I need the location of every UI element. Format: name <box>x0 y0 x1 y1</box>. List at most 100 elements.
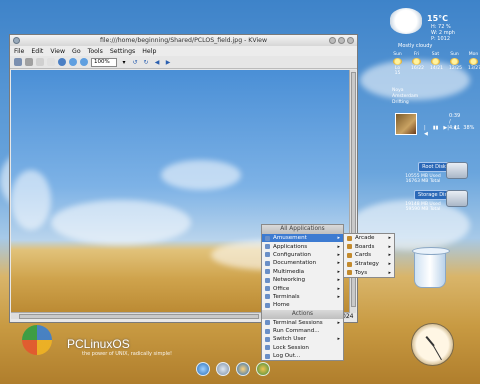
window-title: file:///home/beginning/Shared/PCLOS_fiel… <box>99 37 268 44</box>
menu-item-lock-session[interactable]: Lock Session <box>262 344 343 352</box>
menu-file[interactable]: File <box>14 48 24 55</box>
menu-item-office[interactable]: Office ▸ <box>262 284 343 292</box>
menu-item-applications[interactable]: Applications ▸ <box>262 242 343 250</box>
submenu-item-toys[interactable]: Toys ▸ <box>344 268 394 277</box>
media-player-widget: 0:39 / 4:11 |◀ ▮▮ ▶| ◐ 38% <box>395 113 474 137</box>
weather-location: Drifting <box>392 100 409 105</box>
boards-icon <box>347 244 352 250</box>
sun-icon <box>450 58 459 65</box>
forecast-temp: 14/21 <box>430 66 443 71</box>
submenu-arrow-icon: ▸ <box>388 269 391 276</box>
menu-item-networking[interactable]: Networking ▸ <box>262 276 343 284</box>
previous-image-icon[interactable]: ◀ <box>153 58 161 66</box>
applications-menu: All Applications Amusement ▸ Applications… <box>261 224 344 362</box>
submenu-item-boards[interactable]: Boards ▸ <box>344 243 394 252</box>
sun-icon <box>412 58 421 65</box>
previous-track-icon[interactable]: |◀ <box>424 125 428 137</box>
submenu-item-cards[interactable]: Cards ▸ <box>344 251 394 260</box>
forecast-row: Sun Lo 15 Fri 16/22 Sat 14/21 Sun 12/25 Mon 1… <box>392 52 480 76</box>
office-icon <box>265 286 270 292</box>
dock <box>196 362 270 376</box>
zoom-in-icon[interactable] <box>69 58 77 66</box>
album-art <box>395 113 417 135</box>
menu-item-log-out[interactable]: Log Out... <box>262 352 343 360</box>
submenu-item-strategy[interactable]: Strategy ▸ <box>344 260 394 269</box>
run-command-icon <box>265 328 270 334</box>
minimize-button[interactable] <box>329 37 336 44</box>
submenu-arrow-icon: ▸ <box>337 277 340 284</box>
globe-icon[interactable] <box>196 362 210 376</box>
window-menu-icon[interactable] <box>13 37 20 44</box>
forecast-temp: Lo 15 <box>394 66 401 76</box>
weather-detail: P: 1012 <box>431 36 451 42</box>
hard-disk-icon[interactable] <box>446 190 468 207</box>
clock-minute-hand <box>433 345 442 361</box>
menu-item-configuration[interactable]: Configuration ▸ <box>262 251 343 259</box>
pause-icon[interactable]: ▮▮ <box>433 125 439 137</box>
fit-window-icon[interactable] <box>58 58 66 66</box>
menu-item-documentation[interactable]: Documentation ▸ <box>262 259 343 267</box>
tools-icon[interactable] <box>14 58 22 66</box>
cards-icon <box>347 252 352 258</box>
actions-header: Actions <box>262 309 343 319</box>
applications-icon <box>265 244 270 250</box>
amusement-submenu: Arcade ▸ Boards ▸ Cards ▸ Strategy ▸ Toys ▸ <box>343 233 395 278</box>
menu-view[interactable]: View <box>50 48 65 55</box>
home-folder-icon[interactable] <box>216 362 230 376</box>
next-image-icon[interactable]: ▶ <box>164 58 172 66</box>
current-temperature: 15°C <box>427 14 449 23</box>
forecast-day: Sun <box>450 52 459 57</box>
submenu-arrow-icon: ▸ <box>388 252 391 259</box>
forecast-day: Sun <box>393 52 402 57</box>
storage-disk-widget: Storage Disk 19148 MB Used 59590 MB Tota… <box>398 190 470 212</box>
menu-tools[interactable]: Tools <box>88 48 103 55</box>
hard-disk-icon[interactable] <box>446 162 468 179</box>
menu-help[interactable]: Help <box>142 48 156 55</box>
zoom-dropdown-icon[interactable]: ▾ <box>120 58 128 66</box>
sun-icon <box>469 58 478 65</box>
submenu-arrow-icon: ▸ <box>388 243 391 250</box>
root-disk-widget: Root Disk 10555 MB Used 16763 MB Total <box>398 162 470 184</box>
submenu-item-arcade[interactable]: Arcade ▸ <box>344 234 394 243</box>
volume-icon[interactable]: ◐ <box>454 125 458 137</box>
disk-total: 59590 MB Total <box>405 207 441 212</box>
submenu-arrow-icon: ▸ <box>337 260 340 267</box>
next-track-icon[interactable]: ▶| <box>443 125 449 137</box>
submenu-arrow-icon: ▸ <box>388 261 391 268</box>
rotate-icon[interactable] <box>36 58 44 66</box>
amusement-icon <box>265 235 270 241</box>
home-icon <box>265 302 270 308</box>
weather-cloud-icon <box>389 8 423 34</box>
menu-go[interactable]: Go <box>72 48 81 55</box>
system-icon[interactable] <box>256 362 270 376</box>
sun-icon <box>393 58 402 65</box>
trash-bin-icon[interactable] <box>412 247 450 288</box>
close-button[interactable] <box>347 37 354 44</box>
menu-item-multimedia[interactable]: Multimedia ▸ <box>262 268 343 276</box>
menu-item-terminal-sessions[interactable]: Terminal Sessions ▸ <box>262 319 343 327</box>
crop-icon[interactable] <box>25 58 33 66</box>
menu-item-home[interactable]: Home <box>262 301 343 309</box>
toys-icon <box>347 270 352 276</box>
terminal-icon <box>265 294 270 300</box>
submenu-arrow-icon: ▸ <box>337 251 340 258</box>
menu-edit[interactable]: Edit <box>31 48 43 55</box>
forecast-day: Sat <box>431 52 440 57</box>
menu-item-terminals[interactable]: Terminals ▸ <box>262 293 343 301</box>
horizontal-scroll-thumb[interactable] <box>19 314 259 319</box>
menu-item-switch-user[interactable]: Switch User ▸ <box>262 335 343 343</box>
multimedia-icon <box>265 269 270 275</box>
submenu-arrow-icon: ▸ <box>388 235 391 242</box>
networking-icon <box>265 277 270 283</box>
rotate-right-icon[interactable]: ↻ <box>142 58 150 66</box>
rotate-left-icon[interactable]: ↺ <box>131 58 139 66</box>
menu-item-run-command[interactable]: Run Command... <box>262 327 343 335</box>
window-titlebar[interactable]: file:///home/beginning/Shared/PCLOS_fiel… <box>10 35 357 46</box>
flip-icon[interactable] <box>47 58 55 66</box>
zoom-level-input[interactable]: 100% <box>91 57 117 67</box>
web-browser-icon[interactable] <box>236 362 250 376</box>
zoom-out-icon[interactable] <box>80 58 88 66</box>
maximize-button[interactable] <box>338 37 345 44</box>
menu-item-amusement[interactable]: Amusement ▸ <box>262 234 343 243</box>
menu-settings[interactable]: Settings <box>110 48 135 55</box>
